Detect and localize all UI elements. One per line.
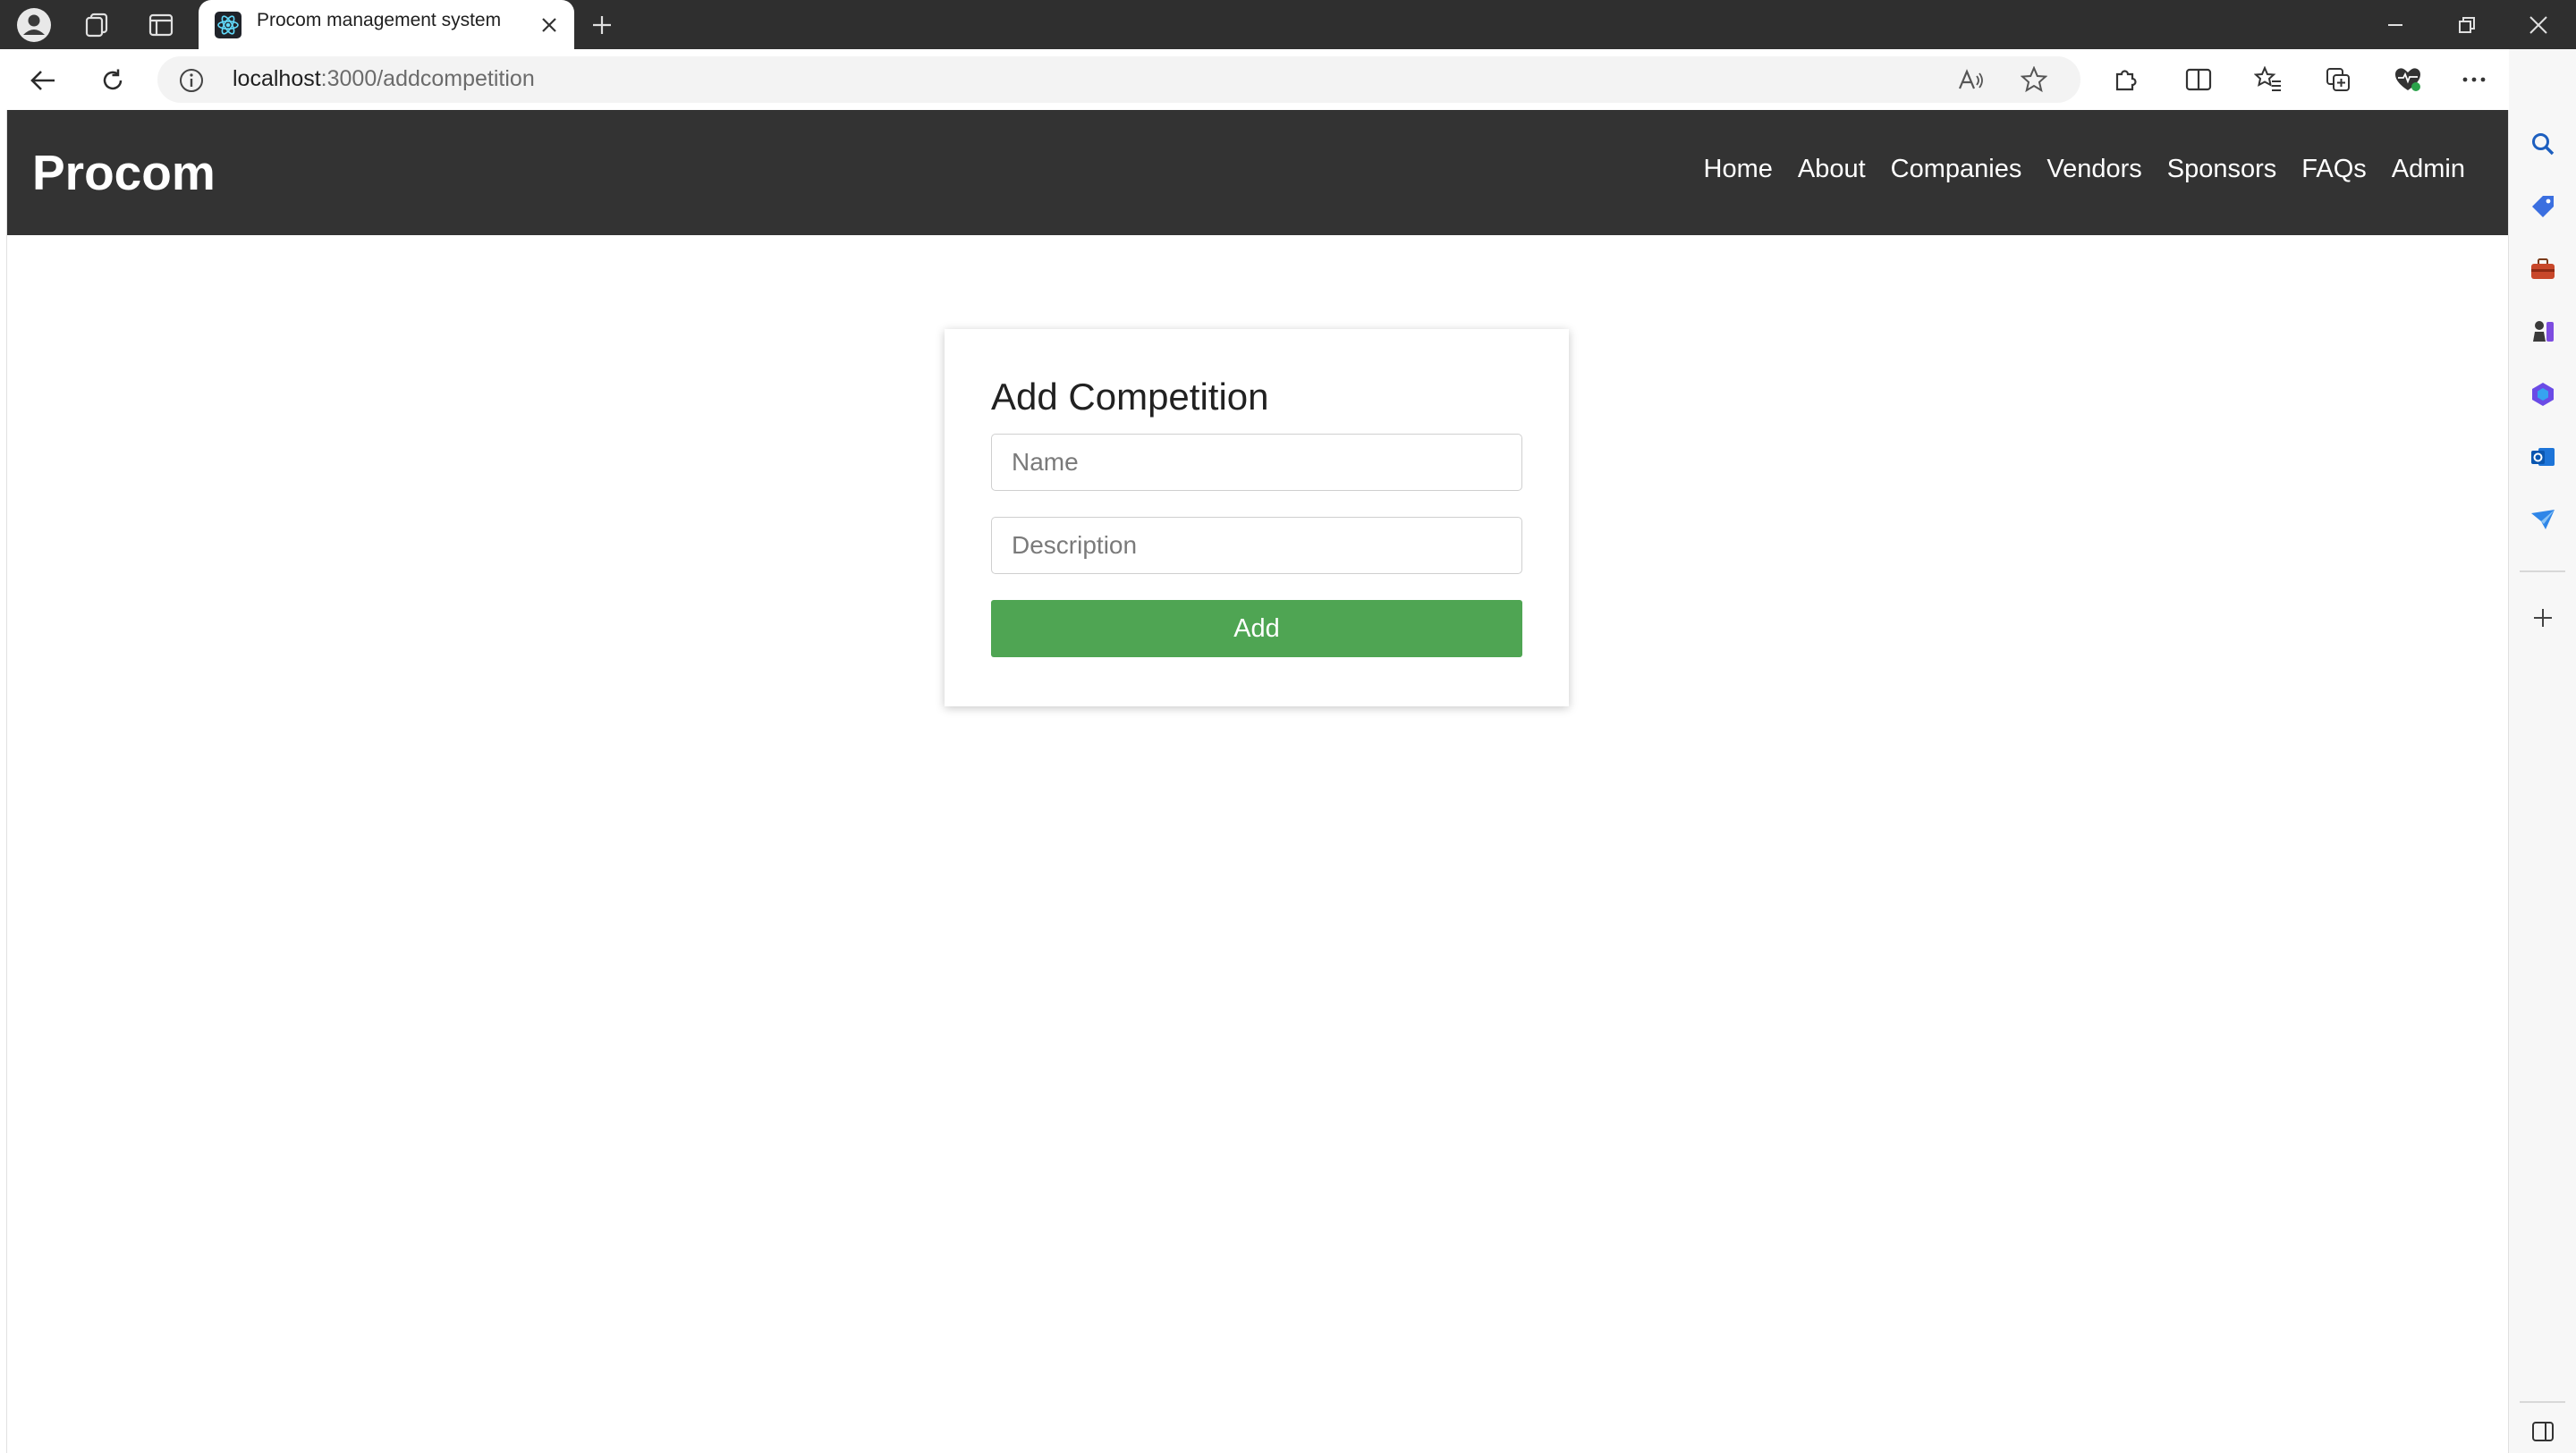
sidebar-divider (2520, 570, 2565, 572)
active-tab[interactable]: Procom management system (199, 0, 574, 49)
shopping-tag-icon[interactable] (2527, 190, 2559, 223)
search-icon[interactable] (2527, 128, 2559, 160)
restore-icon[interactable] (2451, 11, 2483, 39)
back-icon[interactable] (25, 64, 61, 97)
nav-link-about[interactable]: About (1798, 155, 1866, 184)
outlook-icon[interactable] (2527, 441, 2559, 473)
drop-icon[interactable] (2527, 503, 2559, 536)
sidebar-toggle-icon[interactable] (2527, 1417, 2559, 1446)
microsoft365-icon[interactable] (2527, 378, 2559, 410)
browser-sidebar (2509, 49, 2576, 1453)
games-icon[interactable] (2527, 316, 2559, 348)
sidebar-divider-bottom (2520, 1401, 2565, 1403)
site-navbar: Procom Home About Companies Vendors Spon… (7, 110, 2508, 235)
collections-icon[interactable] (2322, 64, 2354, 95)
browser-tabstrip: Procom management system (0, 0, 2576, 49)
form-title: Add Competition (991, 376, 1269, 418)
tools-briefcase-icon[interactable] (2527, 253, 2559, 285)
refresh-icon[interactable] (95, 64, 131, 97)
site-info-icon[interactable] (177, 66, 206, 95)
favorites-icon[interactable] (2252, 64, 2284, 95)
nav-link-admin[interactable]: Admin (2392, 155, 2465, 184)
nav-link-vendors[interactable]: Vendors (2046, 155, 2141, 184)
favorite-star-icon[interactable] (2018, 64, 2050, 95)
nav-links: Home About Companies Vendors Sponsors FA… (1704, 155, 2466, 184)
split-screen-icon[interactable] (2182, 64, 2215, 95)
tab-close-icon[interactable] (537, 13, 562, 38)
tab-title: Procom management system (257, 10, 502, 30)
react-favicon-icon (215, 12, 242, 38)
nav-link-sponsors[interactable]: Sponsors (2167, 155, 2277, 184)
description-input[interactable] (991, 517, 1522, 574)
more-icon[interactable] (2458, 64, 2490, 95)
url-path: :3000/addcompetition (320, 66, 535, 91)
tab-actions-icon[interactable] (145, 11, 177, 39)
read-aloud-icon[interactable] (1955, 65, 1987, 96)
add-icon[interactable] (2527, 602, 2559, 634)
profile-icon[interactable] (16, 7, 52, 43)
add-competition-form: Add Competition Add (945, 329, 1569, 706)
address-bar[interactable]: localhost:3000/addcompetition (157, 56, 2080, 103)
browser-essentials-icon[interactable] (2392, 64, 2424, 95)
nav-link-companies[interactable]: Companies (1891, 155, 2022, 184)
page-viewport: Procom Home About Companies Vendors Spon… (6, 110, 2509, 1453)
extensions-icon[interactable] (2109, 64, 2141, 95)
url-host: localhost (233, 66, 321, 91)
name-input[interactable] (991, 434, 1522, 491)
new-tab-icon[interactable] (586, 11, 618, 39)
nav-link-home[interactable]: Home (1704, 155, 1773, 184)
minimize-icon[interactable] (2379, 11, 2411, 39)
window-close-icon[interactable] (2522, 11, 2555, 39)
url-text[interactable]: localhost:3000/addcompetition (233, 66, 535, 92)
brand-logo[interactable]: Procom (32, 144, 216, 201)
nav-link-faqs[interactable]: FAQs (2301, 155, 2367, 184)
add-button[interactable]: Add (991, 600, 1522, 657)
workspaces-icon[interactable] (80, 11, 113, 39)
